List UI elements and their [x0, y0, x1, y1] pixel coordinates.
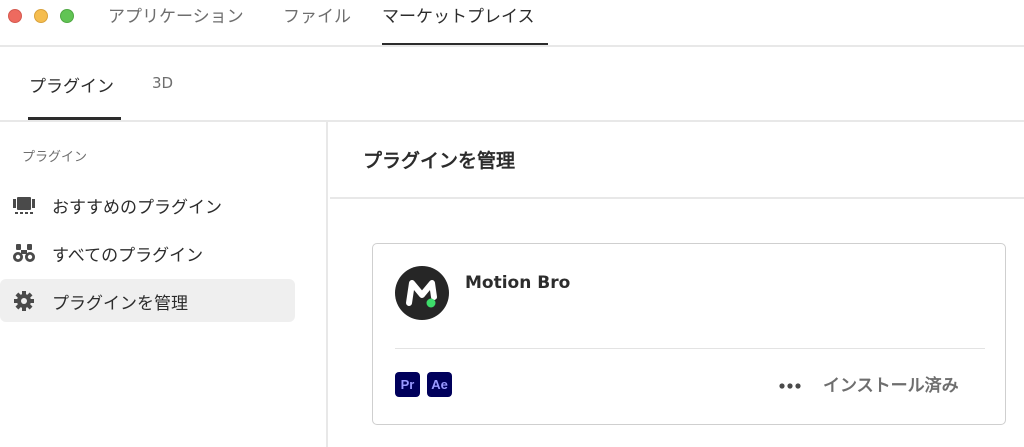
- maximize-window-button[interactable]: [60, 9, 74, 23]
- after-effects-badge: Ae: [427, 372, 452, 397]
- subtab-bar: プラグイン 3D: [0, 47, 1024, 122]
- sidebar-item-featured[interactable]: おすすめのプラグイン: [0, 183, 295, 226]
- tab-marketplace[interactable]: マーケットプレイス: [382, 5, 535, 29]
- active-subtab-indicator: [28, 117, 121, 120]
- sidebar-item-all-plugins[interactable]: すべてのプラグイン: [0, 231, 295, 274]
- minimize-window-button[interactable]: [34, 9, 48, 23]
- content-header: プラグインを管理: [330, 122, 1024, 199]
- page-title: プラグインを管理: [363, 150, 516, 172]
- title-bar: アプリケーション ファイル マーケットプレイス: [0, 0, 1024, 47]
- sidebar-item-label: プラグインを管理: [52, 294, 188, 314]
- sidebar-item-label: おすすめのプラグイン: [52, 198, 222, 218]
- motion-bro-logo: [395, 266, 449, 320]
- binoculars-icon: [13, 244, 35, 262]
- plugin-card[interactable]: Motion Bro Pr Ae インストール済み: [372, 243, 1006, 425]
- sidebar: プラグイン おすすめのプラグイン すべてのプラグイン プラグインを管理: [0, 122, 328, 447]
- active-tab-indicator: [382, 43, 548, 45]
- sidebar-item-label: すべてのプラグイン: [52, 246, 204, 266]
- sidebar-heading: プラグイン: [22, 150, 88, 165]
- subtab-plugins[interactable]: プラグイン: [29, 72, 114, 97]
- close-window-button[interactable]: [8, 9, 22, 23]
- plugin-name: Motion Bro: [465, 273, 571, 293]
- tab-files[interactable]: ファイル: [283, 5, 351, 29]
- premiere-pro-badge: Pr: [395, 372, 420, 397]
- more-dots-icon[interactable]: [777, 374, 803, 394]
- sidebar-item-manage-plugins[interactable]: プラグインを管理: [0, 279, 295, 322]
- subtab-3d[interactable]: 3D: [152, 74, 173, 92]
- card-divider: [395, 348, 985, 349]
- tab-applications[interactable]: アプリケーション: [108, 5, 244, 29]
- installed-status: インストール済み: [823, 376, 959, 396]
- gear-icon: [14, 291, 34, 311]
- featured-icon: [13, 197, 35, 214]
